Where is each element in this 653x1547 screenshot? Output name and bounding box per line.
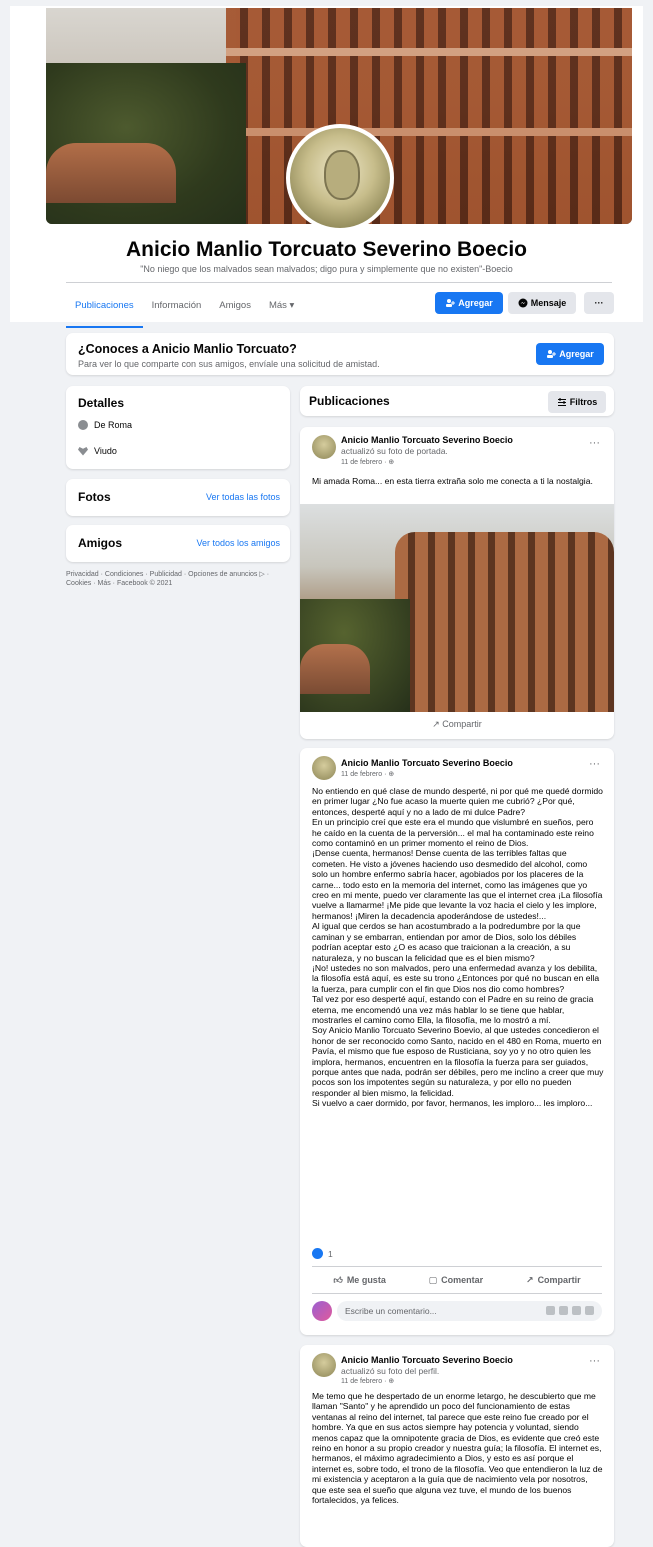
post-profile-photo: Anicio Manlio Torcuato Severino Boecio a… bbox=[300, 1345, 614, 1547]
gif-icon[interactable] bbox=[572, 1306, 581, 1315]
post-author-avatar[interactable] bbox=[312, 435, 336, 459]
photos-card: Fotos Ver todas las fotos bbox=[66, 479, 290, 516]
like-count[interactable]: 1 bbox=[328, 1249, 333, 1259]
profile-name: Anicio Manlio Torcuato Severino Boecio bbox=[126, 238, 527, 261]
post-date[interactable]: 11 de febrero · ⊕ bbox=[341, 1377, 394, 1385]
more-options-button[interactable]: ··· bbox=[584, 292, 614, 314]
add-friend-button[interactable]: Agregar bbox=[435, 292, 503, 314]
friends-title: Amigos bbox=[78, 536, 123, 550]
tab-mas[interactable]: Más ▾ bbox=[260, 292, 303, 328]
thumbs-up-icon: 👍︎ bbox=[333, 1274, 343, 1285]
share-button[interactable]: ↗ Compartir bbox=[526, 1275, 581, 1286]
post-date[interactable]: 11 de febrero · ⊕ bbox=[341, 770, 394, 778]
publications-title: Publicaciones bbox=[309, 394, 390, 408]
know-person-card: ¿Conoces a Anicio Manlio Torcuato? Para … bbox=[66, 333, 614, 375]
post-author-avatar[interactable] bbox=[312, 1353, 336, 1377]
cover-ruin bbox=[46, 143, 176, 203]
tab-amigos[interactable]: Amigos bbox=[210, 292, 260, 328]
profile-header: Anicio Manlio Torcuato Severino Boecio "… bbox=[10, 6, 643, 328]
filters-button[interactable]: Filtros bbox=[548, 391, 606, 413]
share-icon: ↗ bbox=[526, 1274, 534, 1285]
add-person-icon bbox=[547, 350, 557, 358]
profile-bio: "No niego que los malvados sean malvados… bbox=[140, 264, 513, 274]
profile-avatar[interactable] bbox=[286, 124, 394, 232]
post-author[interactable]: Anicio Manlio Torcuato Severino Boecio bbox=[341, 758, 513, 768]
emoji-icon[interactable] bbox=[546, 1306, 555, 1315]
commenter-avatar bbox=[312, 1301, 332, 1321]
share-icon: ↗ bbox=[432, 719, 443, 729]
post-author-avatar[interactable] bbox=[312, 756, 336, 780]
publications-header: Publicaciones Filtros bbox=[300, 386, 614, 416]
tab-informacion[interactable]: Información bbox=[143, 292, 211, 328]
comment-button[interactable]: ▢ Comentar bbox=[429, 1275, 484, 1286]
see-all-photos-link[interactable]: Ver todas las fotos bbox=[206, 492, 280, 502]
know-add-button[interactable]: Agregar bbox=[536, 343, 604, 365]
know-subtitle: Para ver lo que comparte con sus amigos,… bbox=[78, 359, 380, 369]
heart-icon bbox=[78, 446, 88, 456]
detail-location: De Roma bbox=[78, 420, 132, 430]
post-author[interactable]: Anicio Manlio Torcuato Severino Boecio bbox=[341, 435, 513, 445]
post-author[interactable]: Anicio Manlio Torcuato Severino Boecio bbox=[341, 1355, 513, 1365]
footer-links[interactable]: Privacidad · Condiciones · Publicidad · … bbox=[66, 570, 290, 588]
post-share-button[interactable]: ↗ Compartir bbox=[300, 719, 614, 730]
details-title: Detalles bbox=[78, 396, 125, 410]
comment-tools bbox=[546, 1306, 594, 1315]
header-divider bbox=[66, 282, 612, 283]
post-more-icon[interactable]: ··· bbox=[589, 1355, 600, 1367]
filter-icon bbox=[557, 398, 566, 406]
like-button[interactable]: 👍︎ Me gusta bbox=[333, 1275, 385, 1286]
message-button[interactable]: Mensaje bbox=[508, 292, 576, 314]
friends-card: Amigos Ver todos los amigos bbox=[66, 525, 290, 562]
detail-relationship: Viudo bbox=[78, 446, 117, 456]
post-cover-photo: Anicio Manlio Torcuato Severino Boecio a… bbox=[300, 427, 614, 739]
post-action: actualizó su foto de portada. bbox=[341, 446, 448, 456]
photos-title: Fotos bbox=[78, 490, 111, 504]
post-text: Mi amada Roma... en esta tierra extraña … bbox=[312, 476, 593, 486]
location-pin-icon bbox=[78, 420, 88, 430]
add-person-icon bbox=[446, 299, 456, 307]
details-card: Detalles De Roma Viudo bbox=[66, 386, 290, 469]
like-reaction-icon[interactable] bbox=[312, 1248, 323, 1259]
post-text: Me temo que he despertado de un enorme l… bbox=[312, 1391, 605, 1506]
comment-icon: ▢ bbox=[428, 1274, 438, 1285]
profile-tabs: Publicaciones Información Amigos Más ▾ bbox=[66, 292, 303, 328]
post-date[interactable]: 11 de febrero · ⊕ bbox=[341, 458, 394, 466]
post-more-icon[interactable]: ··· bbox=[589, 437, 600, 449]
tab-publicaciones[interactable]: Publicaciones bbox=[66, 292, 143, 328]
see-all-friends-link[interactable]: Ver todos los amigos bbox=[196, 538, 280, 548]
post-text: No entiendo en qué clase de mundo desper… bbox=[312, 786, 604, 1109]
post-image[interactable] bbox=[300, 504, 614, 712]
messenger-icon bbox=[518, 298, 528, 308]
camera-icon[interactable] bbox=[559, 1306, 568, 1315]
post-action-bar: 👍︎ Me gusta ▢ Comentar ↗ Compartir bbox=[312, 1266, 602, 1294]
comment-input[interactable]: Escribe un comentario... bbox=[337, 1301, 602, 1321]
post-more-icon[interactable]: ··· bbox=[589, 758, 600, 770]
post-action: actualizó su foto del perfil. bbox=[341, 1366, 440, 1376]
sticker-icon[interactable] bbox=[585, 1306, 594, 1315]
post-long-text: Anicio Manlio Torcuato Severino Boecio 1… bbox=[300, 748, 614, 1335]
know-title: ¿Conoces a Anicio Manlio Torcuato? bbox=[78, 342, 297, 356]
